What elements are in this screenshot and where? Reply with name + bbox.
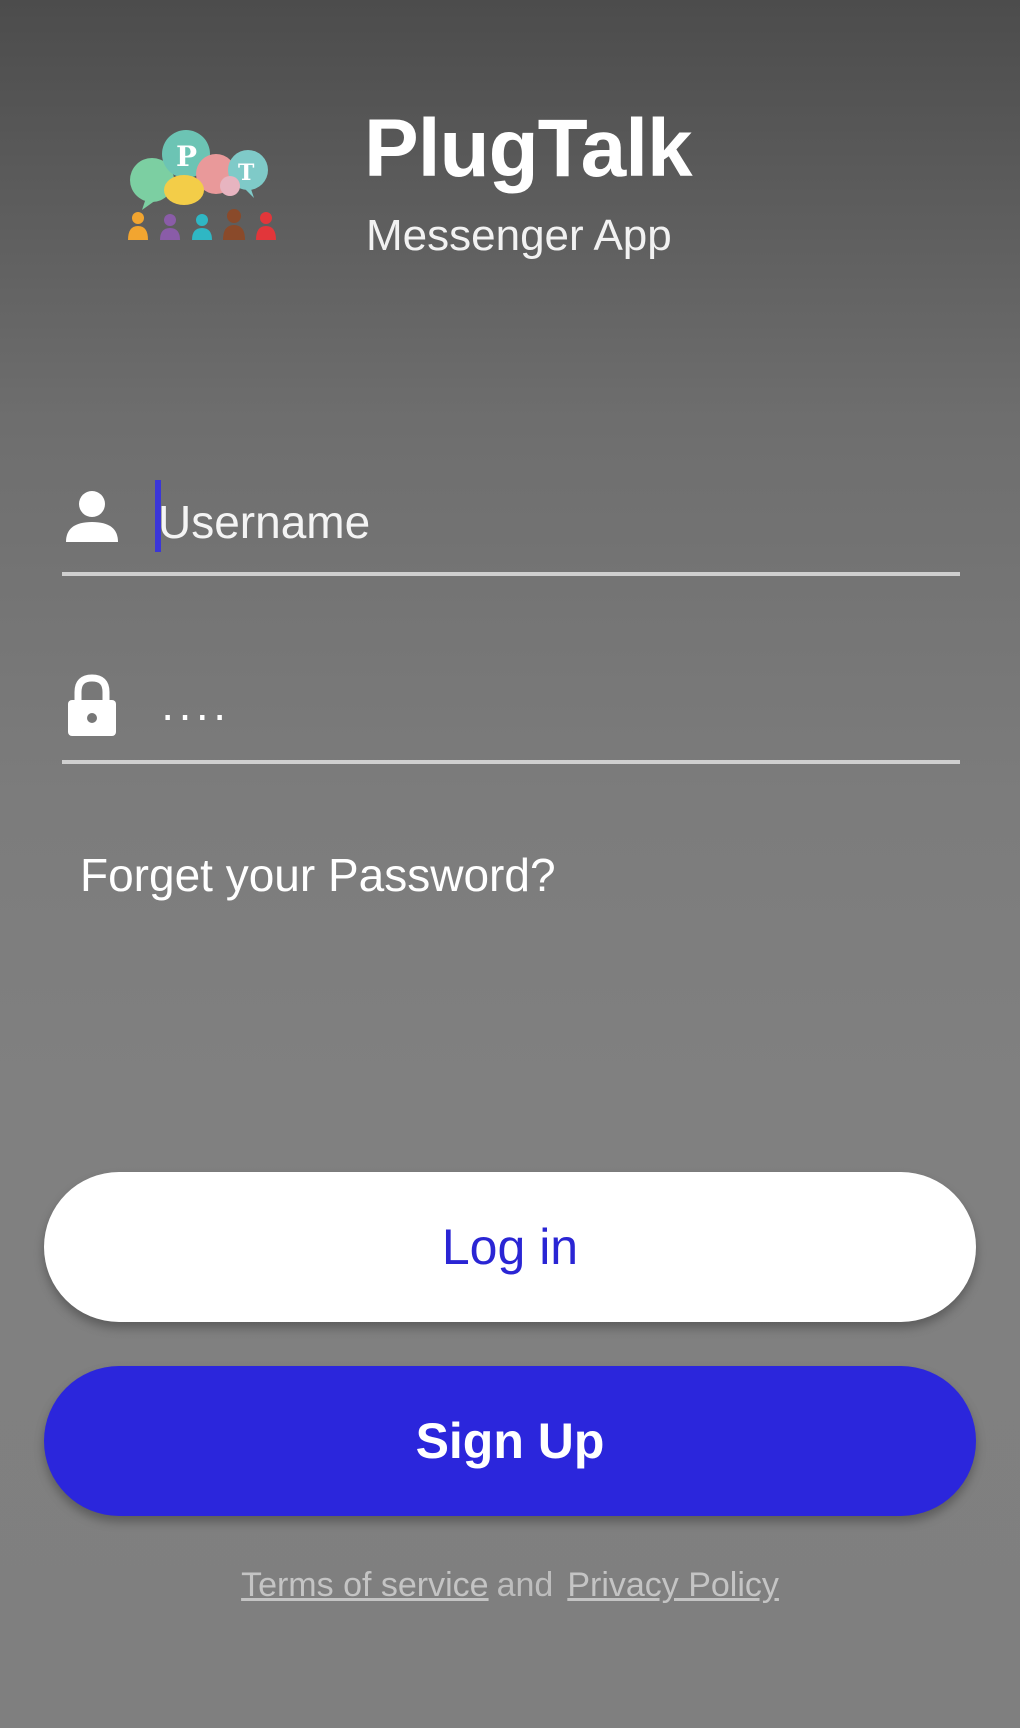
app-subtitle: Messenger App	[366, 211, 672, 260]
privacy-policy-link[interactable]: Privacy Policy	[567, 1566, 779, 1604]
app-title: PlugTalk	[364, 103, 693, 194]
footer-conjunction: and	[496, 1566, 554, 1604]
username-input[interactable]	[154, 482, 938, 562]
password-input[interactable]: ····	[160, 674, 229, 754]
lock-icon	[68, 674, 116, 736]
password-field[interactable]: ····	[62, 660, 960, 764]
speech-bubbles-people-logo: P T	[128, 130, 276, 240]
person-icon	[66, 491, 118, 542]
login-button[interactable]: Log in	[44, 1172, 976, 1322]
text-cursor	[155, 480, 161, 552]
legal-footer: Terms of service and Privacy Policy	[0, 1566, 1020, 1605]
forgot-password-link[interactable]: Forget your Password?	[80, 848, 556, 902]
login-screen: P T PlugTalk Messenger App Username ····…	[0, 0, 1020, 1728]
svg-text:P: P	[176, 140, 197, 173]
username-field[interactable]	[62, 472, 960, 576]
svg-text:T: T	[238, 160, 255, 186]
terms-of-service-link[interactable]: Terms of service	[241, 1566, 489, 1604]
signup-button[interactable]: Sign Up	[44, 1366, 976, 1516]
